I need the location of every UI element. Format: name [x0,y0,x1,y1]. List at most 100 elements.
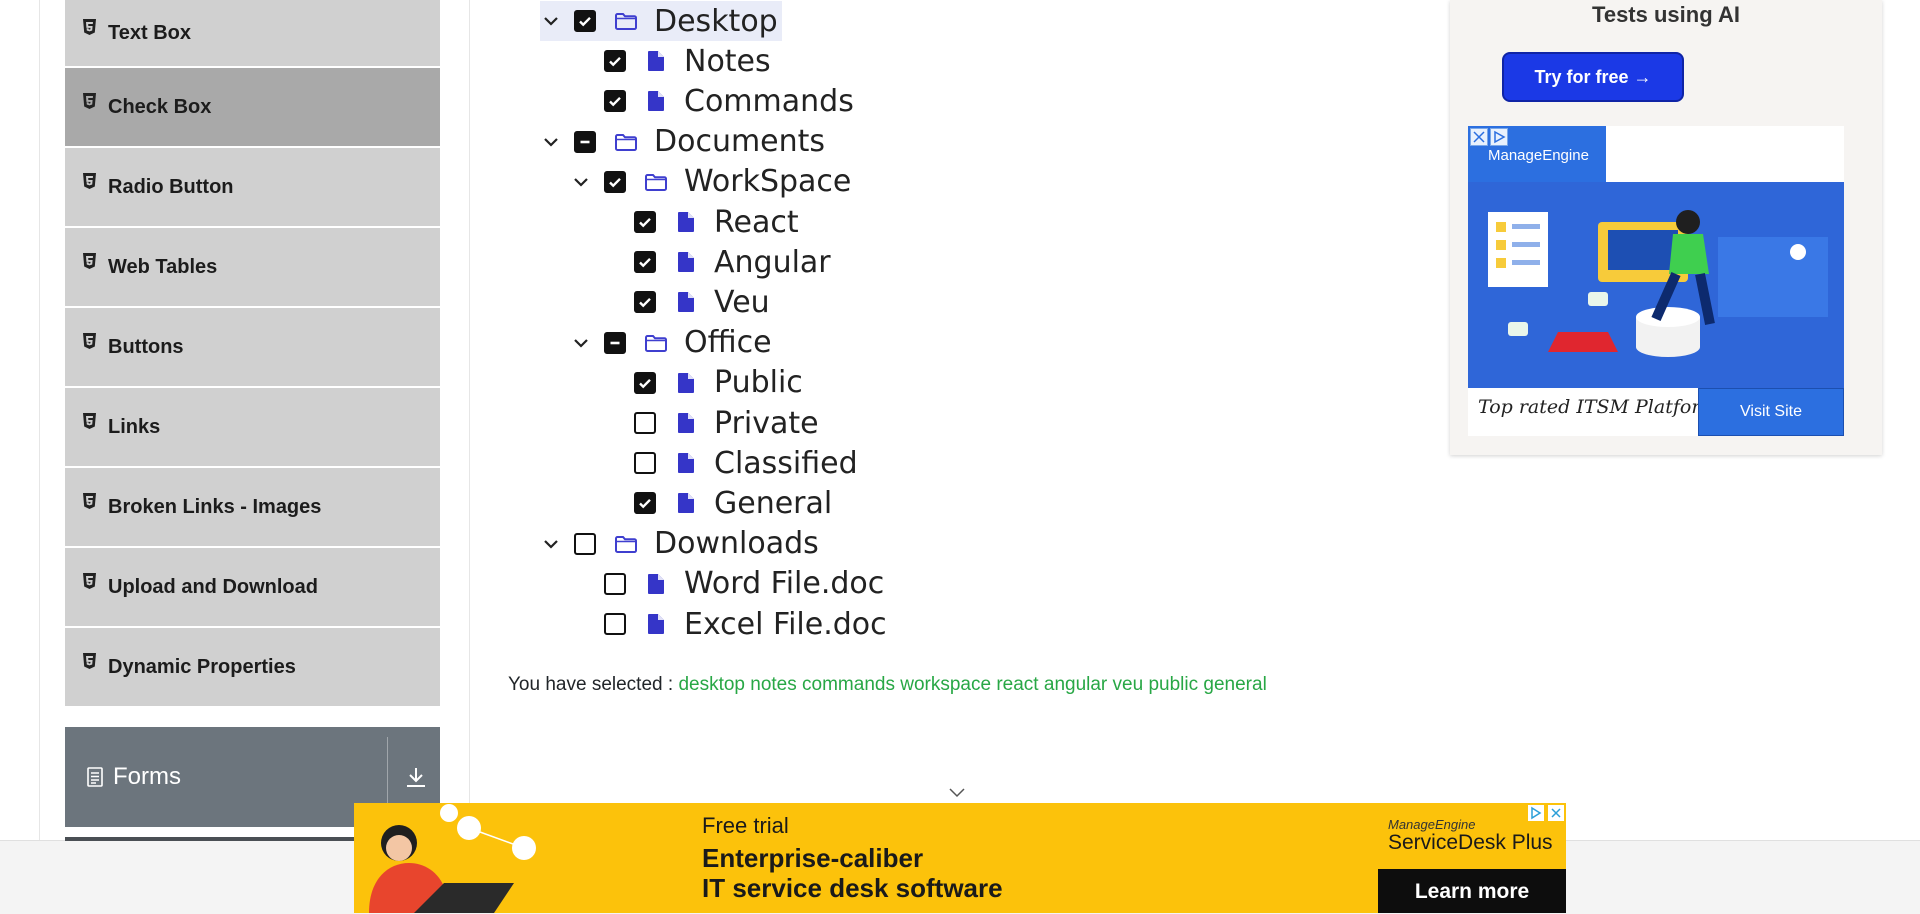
close-icon[interactable] [1548,805,1564,821]
ad-line-1: Free trial [702,813,789,838]
tree-checkbox-private[interactable] [634,412,656,434]
folder-icon [645,173,667,191]
file-icon [648,614,664,634]
tree-checkbox-office[interactable] [604,331,626,354]
file-icon [648,51,664,72]
tree-checkbox-downloads[interactable] [574,532,596,555]
tree-node-label: Notes [684,43,771,79]
sidebar-item-text-box[interactable]: Text Box [65,0,440,66]
adchoices-icon[interactable] [1490,128,1508,146]
tree-checkbox-workspace[interactable] [604,170,626,193]
tree-node-label: Excel File.doc [684,606,887,642]
ad-visit-button[interactable]: Visit Site [1698,388,1844,436]
file-icon [678,453,694,474]
tree-node-excel[interactable]: Excel File.doc [604,604,887,644]
selected-item: commands [802,674,895,695]
sidebar-item-label: Check Box [108,95,212,118]
html5-icon [83,173,96,189]
tree-checkbox-notes[interactable] [604,50,626,73]
ad-controls[interactable] [1470,128,1508,146]
adchoices-icon[interactable] [1528,805,1544,821]
tree-node-label: Word File.doc [684,566,885,602]
chevron-down-icon[interactable] [570,332,592,354]
tree-checkbox-veu[interactable] [634,291,656,314]
html5-icon [83,333,96,349]
tree-node-desktop[interactable]: Desktop [540,1,782,41]
tree-node-downloads[interactable]: Downloads [540,524,819,564]
selected-item: workspace [900,674,992,695]
ad-banner-bottom[interactable]: Free trial Enterprise-caliber IT service… [354,803,1566,913]
tree-checkbox-angular[interactable] [634,251,656,274]
chevron-down-icon[interactable] [948,786,966,798]
folder-icon [615,133,637,151]
tree-node-word[interactable]: Word File.doc [604,564,884,604]
ad-brand-small: ManageEngine [1388,817,1476,832]
tree-checkbox-public[interactable] [634,371,656,394]
tree-checkbox-word[interactable] [604,572,626,595]
sidebar-item-label: Broken Links - Images [108,495,322,518]
check-icon [609,177,621,188]
sidebar-item-upload-download[interactable]: Upload and Download [65,548,440,626]
tree-node-workspace[interactable]: WorkSpace [570,162,851,202]
tree-checkbox-general[interactable] [634,492,656,515]
file-icon [678,292,694,313]
ad-card[interactable]: ManageEngine Top rated ITSM Platform Vis… [1468,126,1844,436]
chevron-down-icon[interactable] [570,171,592,193]
sidebar-item-label: Dynamic Properties [108,655,296,678]
sidebar-item-label: Links [108,415,161,438]
selected-item: desktop [678,674,745,695]
close-icon[interactable] [1470,128,1488,146]
tree-node-react[interactable]: React [634,202,799,242]
selected-item: public [1148,674,1199,695]
ad-banner-right[interactable]: Tests using AI Try for free → ManageEngi… [1450,0,1882,455]
tree-checkbox-commands[interactable] [604,90,626,113]
ad-controls[interactable] [1528,805,1564,821]
sidebar-item-check-box[interactable]: Check Box [65,68,440,146]
tree-node-commands[interactable]: Commands [604,81,854,121]
download-icon[interactable] [404,765,428,789]
ad-line-3: IT service desk software [702,873,1003,903]
minus-icon [610,341,620,344]
sidebar-divider [469,0,470,840]
tree-node-office[interactable]: Office [570,323,772,363]
tree-node-label: Desktop [654,3,778,39]
tree-node-notes[interactable]: Notes [604,41,771,81]
sidebar-item-links[interactable]: Links [65,388,440,466]
sidebar-group-label: Forms [113,763,181,790]
html5-icon [83,93,96,109]
chevron-down-icon[interactable] [540,10,562,32]
sidebar-item-label: Text Box [108,21,191,44]
tree-node-private[interactable]: Private [634,403,819,443]
tree-checkbox-react[interactable] [634,211,656,233]
minus-icon [580,140,590,143]
tree-node-public[interactable]: Public [634,363,803,403]
ad-try-button[interactable]: Try for free → [1502,52,1684,102]
selection-result-items: desktop notes commands workspace react a… [678,674,1266,695]
selected-item: notes [750,674,797,695]
ad-learn-more-button[interactable]: Learn more [1378,869,1566,913]
file-icon [648,573,664,594]
html5-icon [83,19,96,35]
tree-checkbox-excel[interactable] [604,613,626,635]
tree-node-general[interactable]: General [634,483,832,523]
tree-checkbox-desktop[interactable] [574,10,596,32]
tree-node-label: Veu [714,284,770,320]
tree-node-angular[interactable]: Angular [634,242,831,282]
folder-icon [645,334,667,352]
sidebar-item-web-tables[interactable]: Web Tables [65,228,440,306]
ad-illustration [1468,182,1844,388]
chevron-down-icon[interactable] [540,131,562,153]
sidebar-item-radio-button[interactable]: Radio Button [65,148,440,226]
tree-checkbox-documents[interactable] [574,130,596,153]
selected-item: general [1203,674,1267,695]
sidebar-item-broken-links[interactable]: Broken Links - Images [65,468,440,546]
check-icon [609,57,621,67]
sidebar-item-buttons[interactable]: Buttons [65,308,440,386]
sidebar-item-dynamic-properties[interactable]: Dynamic Properties [65,628,440,706]
tree-node-veu[interactable]: Veu [634,282,770,322]
tree-node-documents[interactable]: Documents [540,122,825,162]
chevron-down-icon[interactable] [540,533,562,555]
folder-icon [615,535,637,553]
tree-node-classified[interactable]: Classified [634,443,858,483]
tree-checkbox-classified[interactable] [634,452,656,475]
